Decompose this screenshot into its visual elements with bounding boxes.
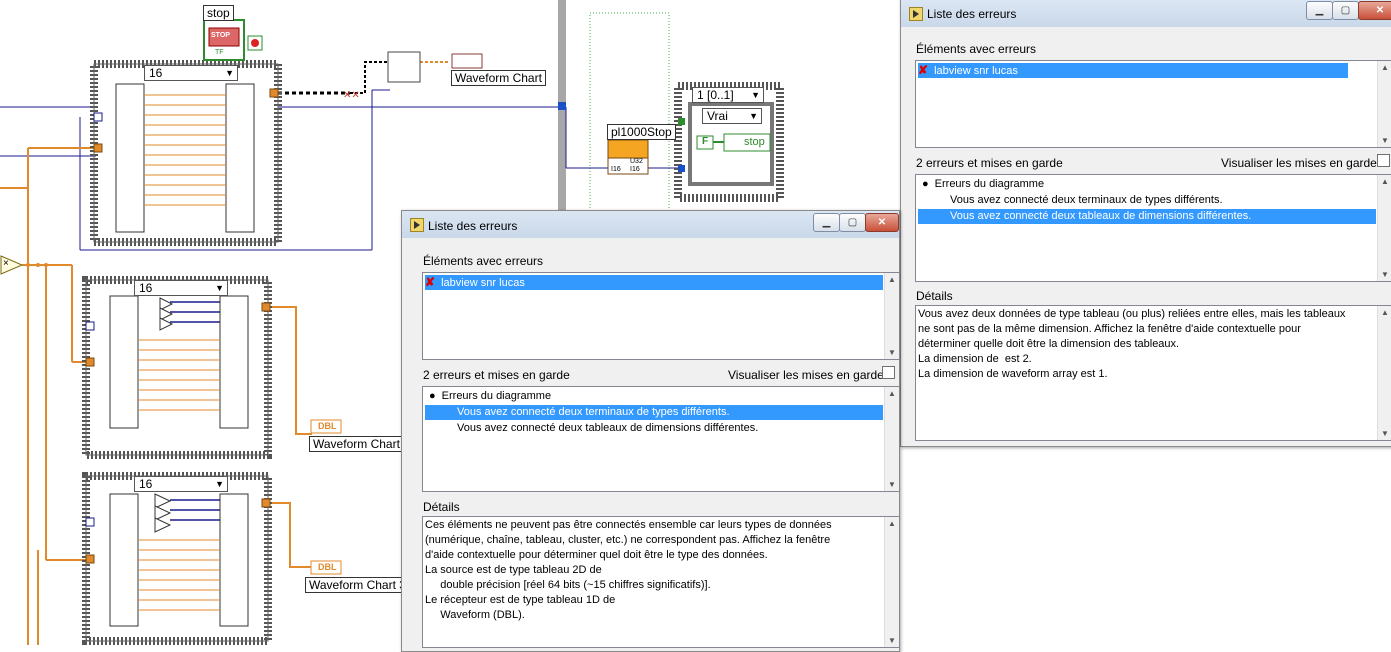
items-listbox[interactable]: ✘ labview snr lucas ▲ ▼	[422, 272, 900, 360]
scrollbar[interactable]: ▲ ▼	[1377, 175, 1391, 281]
subvi-i16-a: I16	[611, 166, 621, 173]
close-button[interactable]: ✕	[865, 213, 899, 232]
labview-app-icon	[410, 218, 424, 232]
multiply-node[interactable]: ×	[3, 258, 9, 269]
subvi-u32: U32	[630, 158, 643, 165]
loop-count-3[interactable]: 16 ▼	[134, 476, 228, 492]
minimize-button[interactable]: ▁	[813, 213, 840, 232]
case-selector[interactable]: 1 [0..1] ▼	[692, 87, 764, 103]
error-item-2[interactable]: Vous avez connecté deux tableaux de dime…	[918, 209, 1376, 224]
tree-root[interactable]: ● Erreurs du diagramme	[918, 177, 1044, 192]
waveform-chart-1-label[interactable]: Waveform Chart	[451, 70, 546, 86]
case-vrai[interactable]: Vrai ▼	[702, 108, 762, 124]
details-text: Vous avez deux données de type tableau (…	[918, 308, 1346, 380]
show-warnings-label: Visualiser les mises en garde	[728, 368, 884, 382]
list-item[interactable]: ✘ labview snr lucas	[918, 63, 1348, 78]
window-title: Liste des erreurs	[927, 7, 1017, 21]
close-button[interactable]: ✕	[1358, 1, 1391, 20]
details-box[interactable]: Ces éléments ne peuvent pas être connect…	[422, 516, 900, 648]
minimize-button[interactable]: ▁	[1306, 1, 1333, 20]
show-warnings-label: Visualiser les mises en garde	[1221, 156, 1377, 170]
error-item-2[interactable]: Vous avez connecté deux tableaux de dime…	[425, 421, 758, 436]
scrollbar[interactable]: ▲ ▼	[884, 273, 899, 359]
error-list-window-back[interactable]: Liste des erreurs ▁ ▢ ✕ Éléments avec er…	[900, 0, 1391, 447]
error-x-icon: ✘	[425, 275, 436, 289]
stop-local-variable[interactable]: stop	[744, 136, 765, 148]
waveform-chart-2-label[interactable]: Waveform Chart	[309, 436, 404, 452]
errors-tree[interactable]: ● Erreurs du diagramme Vous avez connecté…	[915, 174, 1391, 282]
errors-tree[interactable]: ● Erreurs du diagramme Vous avez connecté…	[422, 386, 900, 492]
subvi-label[interactable]: pl1000Stop	[607, 124, 676, 140]
stop-button-text[interactable]: STOP	[211, 32, 230, 39]
scrollbar[interactable]: ▲ ▼	[884, 517, 899, 647]
maximize-button[interactable]: ▢	[1332, 1, 1359, 20]
labview-app-icon	[909, 7, 923, 21]
loop-count-1[interactable]: 16 ▼	[144, 65, 238, 81]
stop-label[interactable]: stop	[203, 5, 234, 21]
waveform-chart-3-label[interactable]: Waveform Chart 3	[305, 577, 410, 593]
error-item-1[interactable]: Vous avez connecté deux terminaux de typ…	[425, 405, 883, 420]
details-label: Détails	[916, 289, 953, 303]
items-listbox[interactable]: ✘ labview snr lucas ▲ ▼	[915, 60, 1391, 148]
details-text: Ces éléments ne peuvent pas être connect…	[425, 519, 832, 621]
error-item-1[interactable]: Vous avez connecté deux terminaux de typ…	[918, 193, 1223, 208]
titlebar[interactable]: Liste des erreurs ▁ ▢ ✕	[402, 211, 899, 238]
show-warnings-checkbox[interactable]	[882, 366, 895, 379]
list-item[interactable]: ✘ labview snr lucas	[425, 275, 883, 290]
error-list-window-front[interactable]: Liste des erreurs ▁ ▢ ✕ Éléments avec er…	[401, 210, 900, 652]
svg-text:✕✕: ✕✕	[343, 90, 360, 101]
items-header: Éléments avec erreurs	[423, 254, 544, 268]
false-constant[interactable]: F	[702, 136, 708, 147]
dbl-badge-2: DBL	[318, 562, 337, 572]
loop-count-2[interactable]: 16 ▼	[134, 280, 228, 296]
show-warnings-checkbox[interactable]	[1377, 154, 1390, 167]
dbl-badge-1: DBL	[318, 421, 337, 431]
window-title: Liste des erreurs	[428, 219, 518, 233]
error-count: 2 erreurs et mises en garde	[916, 156, 1063, 170]
error-x-icon: ✘	[918, 63, 929, 77]
maximize-button[interactable]: ▢	[839, 213, 866, 232]
error-count: 2 erreurs et mises en garde	[423, 368, 570, 382]
details-label: Détails	[423, 500, 460, 514]
items-header: Éléments avec erreurs	[916, 42, 1037, 56]
titlebar[interactable]: Liste des erreurs ▁ ▢ ✕	[901, 0, 1391, 27]
tree-root[interactable]: ● Erreurs du diagramme	[425, 389, 551, 404]
scrollbar[interactable]: ▲ ▼	[1377, 306, 1391, 440]
scrollbar[interactable]: ▲ ▼	[1377, 61, 1391, 147]
details-box[interactable]: Vous avez deux données de type tableau (…	[915, 305, 1391, 441]
stop-terminal-type: TF	[215, 49, 224, 56]
scrollbar[interactable]: ▲ ▼	[884, 387, 899, 491]
subvi-i16-b: I16	[630, 166, 640, 173]
